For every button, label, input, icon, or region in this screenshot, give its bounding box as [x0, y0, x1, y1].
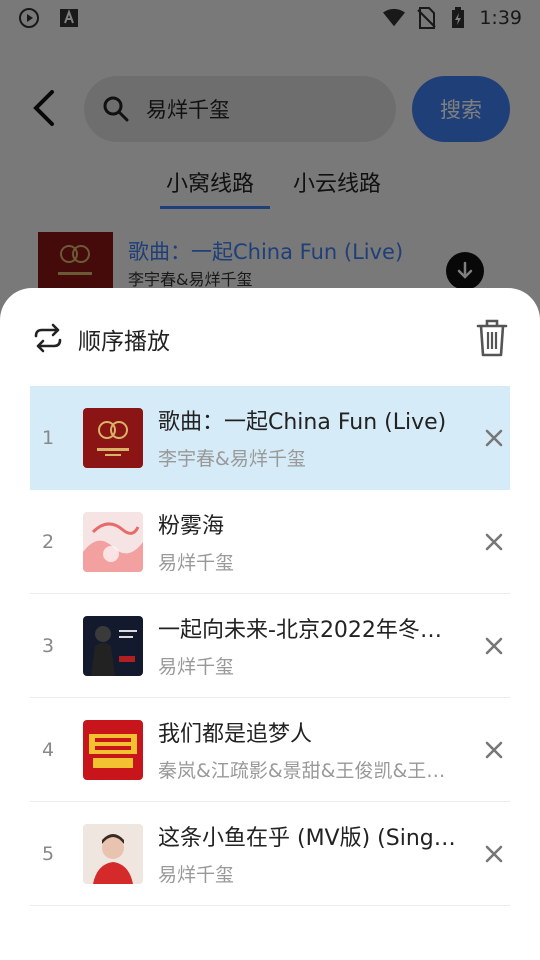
item-title: 我们都是追梦人: [158, 722, 313, 747]
item-index: 1: [42, 427, 55, 449]
item-index: 5: [42, 843, 55, 865]
album-cover: [83, 616, 143, 676]
close-icon[interactable]: [480, 632, 508, 660]
item-index: 2: [42, 531, 55, 553]
close-icon[interactable]: [480, 528, 508, 556]
album-cover: [83, 720, 143, 780]
close-icon[interactable]: [480, 840, 508, 868]
item-index: 3: [42, 635, 55, 657]
playlist-item[interactable]: 4 我们都是追梦人 秦岚&江疏影&景甜&王俊凯&王源&易烊千玺: [30, 698, 510, 802]
playlist-item[interactable]: 3 一起向未来-北京2022年冬奥会主题口号推广歌曲 易烊千玺: [30, 594, 510, 698]
item-index: 4: [42, 739, 55, 761]
item-artist: 秦岚&江疏影&景甜&王俊凯&王源&易烊千玺: [158, 760, 458, 782]
item-title: 歌曲：一起China Fun (Live): [158, 410, 447, 435]
playlist: 1 歌曲：一起China Fun (Live) 李宇春&易烊千玺 2 粉雾海 易…: [30, 386, 510, 906]
playlist-item[interactable]: 1 歌曲：一起China Fun (Live) 李宇春&易烊千玺: [30, 386, 510, 490]
playlist-sheet: 顺序播放 1 歌曲：一起China Fun (Live) 李宇春&易烊千玺 2 …: [0, 288, 540, 960]
sheet-header: 顺序播放: [0, 288, 540, 386]
item-title: 粉雾海: [158, 514, 225, 539]
item-artist: 易烊千玺: [158, 552, 235, 574]
play-mode-label[interactable]: 顺序播放: [78, 322, 170, 356]
trash-icon[interactable]: [474, 318, 510, 358]
close-icon[interactable]: [480, 736, 508, 764]
playlist-item[interactable]: 5 这条小鱼在乎 (MV版) (Single Version) 易烊千玺: [30, 802, 510, 906]
repeat-icon[interactable]: [32, 322, 64, 354]
playlist-item[interactable]: 2 粉雾海 易烊千玺: [30, 490, 510, 594]
close-icon[interactable]: [480, 424, 508, 452]
item-artist: 易烊千玺: [158, 656, 235, 678]
album-cover: [83, 824, 143, 884]
album-cover: [83, 408, 143, 468]
item-title: 一起向未来-北京2022年冬奥会主题口号推广歌曲: [158, 618, 458, 643]
item-artist: 李宇春&易烊千玺: [158, 448, 306, 470]
item-title: 这条小鱼在乎 (MV版) (Single Version): [158, 826, 458, 851]
album-cover: [83, 512, 143, 572]
item-artist: 易烊千玺: [158, 864, 235, 886]
